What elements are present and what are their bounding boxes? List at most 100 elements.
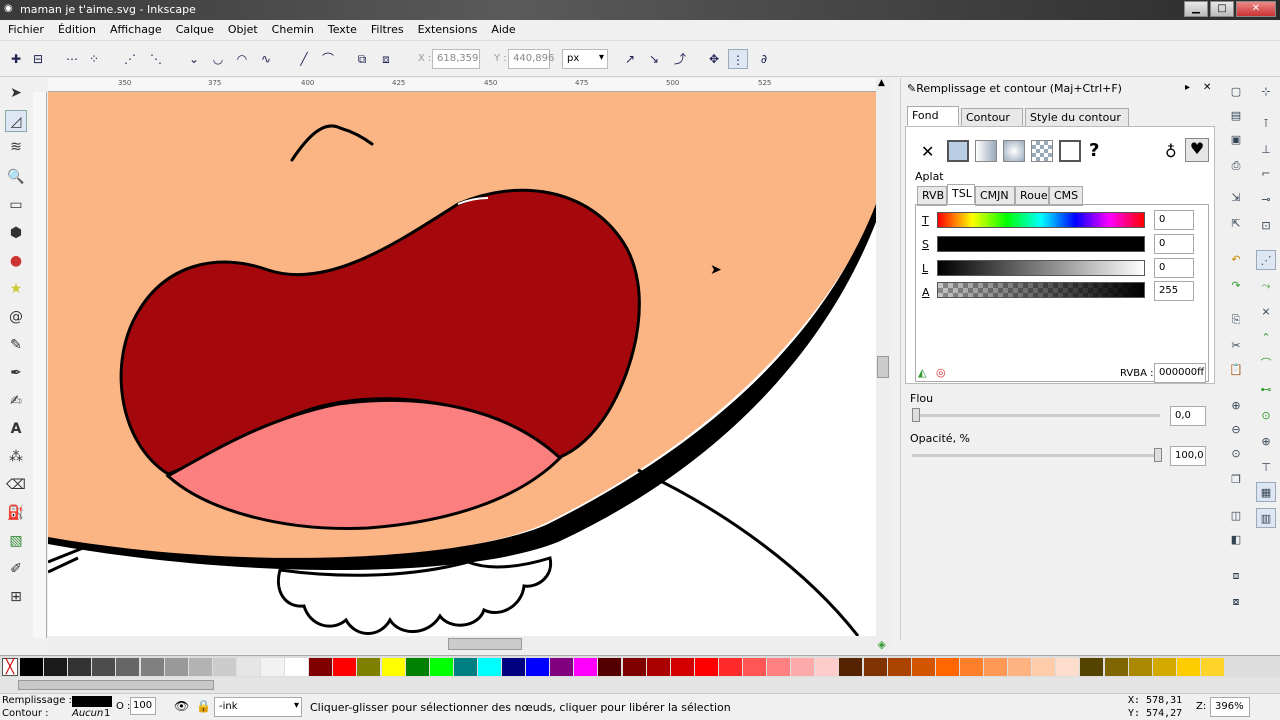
- palette-swatch[interactable]: [839, 658, 863, 676]
- palette-swatch[interactable]: [959, 658, 983, 676]
- segment-curve-icon[interactable]: ⌒: [318, 49, 338, 69]
- palette-swatch[interactable]: [1056, 658, 1080, 676]
- palette-swatch[interactable]: [550, 658, 574, 676]
- bucket-tool-icon[interactable]: ⛽: [5, 502, 27, 524]
- palette-swatch[interactable]: [309, 658, 333, 676]
- alpha-spin[interactable]: 255: [1154, 281, 1194, 301]
- palette-swatch[interactable]: [68, 658, 92, 676]
- rgba-field[interactable]: 000000ff: [1154, 363, 1206, 383]
- palette-swatch[interactable]: [1104, 658, 1128, 676]
- palette-swatch[interactable]: [381, 658, 405, 676]
- color-managed-icon[interactable]: ◎: [936, 366, 946, 379]
- node-smooth-icon[interactable]: ◡: [208, 49, 228, 69]
- horizontal-scrollbar[interactable]: ◈: [48, 636, 890, 654]
- opacity-slider[interactable]: [912, 454, 1160, 457]
- stroke-indicator[interactable]: Aucun: [72, 708, 103, 719]
- pencil-tool-icon[interactable]: ✎: [5, 334, 27, 356]
- menu-texte[interactable]: Texte: [320, 20, 363, 36]
- snap-baseline-icon[interactable]: ⊤: [1256, 458, 1276, 478]
- palette-swatch[interactable]: [502, 658, 525, 676]
- snap-smooth-icon[interactable]: ⌒: [1256, 354, 1276, 374]
- menu-edition[interactable]: Édition: [50, 20, 102, 36]
- node-tool-icon[interactable]: ◿: [5, 110, 27, 132]
- menu-affichage[interactable]: Affichage: [102, 20, 168, 36]
- palette-swatch[interactable]: [405, 658, 429, 676]
- snap-path-intersection-icon[interactable]: ⨯: [1256, 302, 1276, 322]
- y-coordinate-field[interactable]: 440,896: [508, 49, 554, 69]
- blur-slider-handle[interactable]: [912, 408, 920, 422]
- transform-handles-icon[interactable]: ✥: [704, 49, 724, 69]
- palette-swatch[interactable]: [1080, 658, 1104, 676]
- redo-icon[interactable]: ↷: [1226, 276, 1246, 296]
- node-symmetric-icon[interactable]: ◠: [232, 49, 252, 69]
- gradient-tool-icon[interactable]: ▧: [5, 530, 27, 552]
- snap-bbox-midpoint-icon[interactable]: ⊸: [1256, 190, 1276, 210]
- minimize-button[interactable]: ▁: [1184, 1, 1208, 17]
- selector-tool-icon[interactable]: ➤: [5, 82, 27, 104]
- hue-spin[interactable]: 0: [1154, 210, 1194, 230]
- pattern-button[interactable]: [1031, 140, 1053, 162]
- maximize-button[interactable]: □: [1210, 1, 1234, 17]
- menu-fichier[interactable]: Fichier: [0, 20, 50, 36]
- snap-bbox-corner-icon[interactable]: ⌐: [1256, 164, 1276, 184]
- tab-tsl[interactable]: TSL: [947, 184, 975, 204]
- palette-swatch[interactable]: [188, 658, 212, 676]
- save-icon[interactable]: ▣: [1226, 130, 1246, 150]
- unit-select[interactable]: px ▾: [562, 49, 608, 69]
- palette-swatch[interactable]: [429, 658, 453, 676]
- palette-scroll-thumb[interactable]: [18, 680, 214, 690]
- duplicate-icon[interactable]: ❐: [1226, 470, 1246, 490]
- layer-select[interactable]: -ink ▾: [214, 697, 302, 717]
- hue-slider[interactable]: [937, 212, 1145, 228]
- eraser-tool-icon[interactable]: ⌫: [5, 474, 27, 496]
- palette-scrollbar[interactable]: [0, 677, 1280, 693]
- snap-page-border-icon[interactable]: ▦: [1256, 482, 1276, 502]
- zoom-drawing-icon[interactable]: ⊖: [1226, 420, 1246, 440]
- snap-bbox-center-icon[interactable]: ⊡: [1256, 216, 1276, 236]
- scroll-up-icon[interactable]: ▲: [878, 78, 885, 88]
- unset-paint-icon[interactable]: ?: [1089, 140, 1099, 161]
- menu-extensions[interactable]: Extensions: [410, 20, 484, 36]
- dialog-close-icon[interactable]: ✕: [1203, 82, 1211, 93]
- ungroup-icon[interactable]: ⧇: [1226, 592, 1246, 612]
- palette-swatch[interactable]: [1032, 658, 1056, 676]
- tab-cms[interactable]: CMS: [1049, 186, 1083, 206]
- snap-midpoint-icon[interactable]: ⊷: [1256, 380, 1276, 400]
- zoom-corner-icon[interactable]: ◈: [878, 638, 886, 651]
- snap-rotation-center-icon[interactable]: ⊕: [1256, 432, 1276, 452]
- alpha-slider[interactable]: [937, 282, 1145, 298]
- node-auto-icon[interactable]: ∿: [256, 49, 276, 69]
- delete-segment-icon[interactable]: ⋱: [146, 49, 166, 69]
- clone-icon[interactable]: ◫: [1226, 506, 1246, 526]
- palette-swatch[interactable]: [453, 658, 477, 676]
- no-color-swatch[interactable]: ╳: [2, 658, 18, 676]
- lock-icon[interactable]: 🔒: [196, 699, 211, 713]
- node-cusp-icon[interactable]: ⌄: [184, 49, 204, 69]
- show-clip-icon[interactable]: ↗: [620, 49, 640, 69]
- blur-slider[interactable]: [912, 414, 1160, 417]
- palette-swatch[interactable]: [140, 658, 164, 676]
- snap-cusp-icon[interactable]: ⌃: [1256, 328, 1276, 348]
- undo-icon[interactable]: ↶: [1226, 250, 1246, 270]
- linear-gradient-button[interactable]: [975, 140, 997, 162]
- tab-rvb[interactable]: RVB: [917, 186, 947, 206]
- text-tool-icon[interactable]: A: [5, 418, 27, 440]
- radial-gradient-button[interactable]: [1003, 140, 1025, 162]
- spray-tool-icon[interactable]: ⁂: [5, 446, 27, 468]
- palette-swatch[interactable]: [333, 658, 357, 676]
- show-outline-icon[interactable]: ∂: [754, 49, 774, 69]
- palette-swatch[interactable]: [236, 658, 260, 676]
- palette-swatch[interactable]: [646, 658, 670, 676]
- stroke-width-indicator[interactable]: 1: [104, 708, 110, 719]
- copy-icon[interactable]: ⎘: [1226, 310, 1246, 330]
- palette-swatch[interactable]: [935, 658, 959, 676]
- pen-tool-icon[interactable]: ✒: [5, 362, 27, 384]
- join-nodes-icon[interactable]: ⋯: [62, 49, 82, 69]
- lightness-spin[interactable]: 0: [1154, 258, 1194, 278]
- lightness-slider[interactable]: [937, 260, 1145, 276]
- snap-grid-icon[interactable]: ▥: [1256, 508, 1276, 528]
- close-button[interactable]: ✕: [1236, 1, 1276, 17]
- import-icon[interactable]: ⇲: [1226, 188, 1246, 208]
- fill-rule-nonzero-icon[interactable]: ♥: [1185, 138, 1209, 162]
- palette-swatch[interactable]: [1176, 658, 1200, 676]
